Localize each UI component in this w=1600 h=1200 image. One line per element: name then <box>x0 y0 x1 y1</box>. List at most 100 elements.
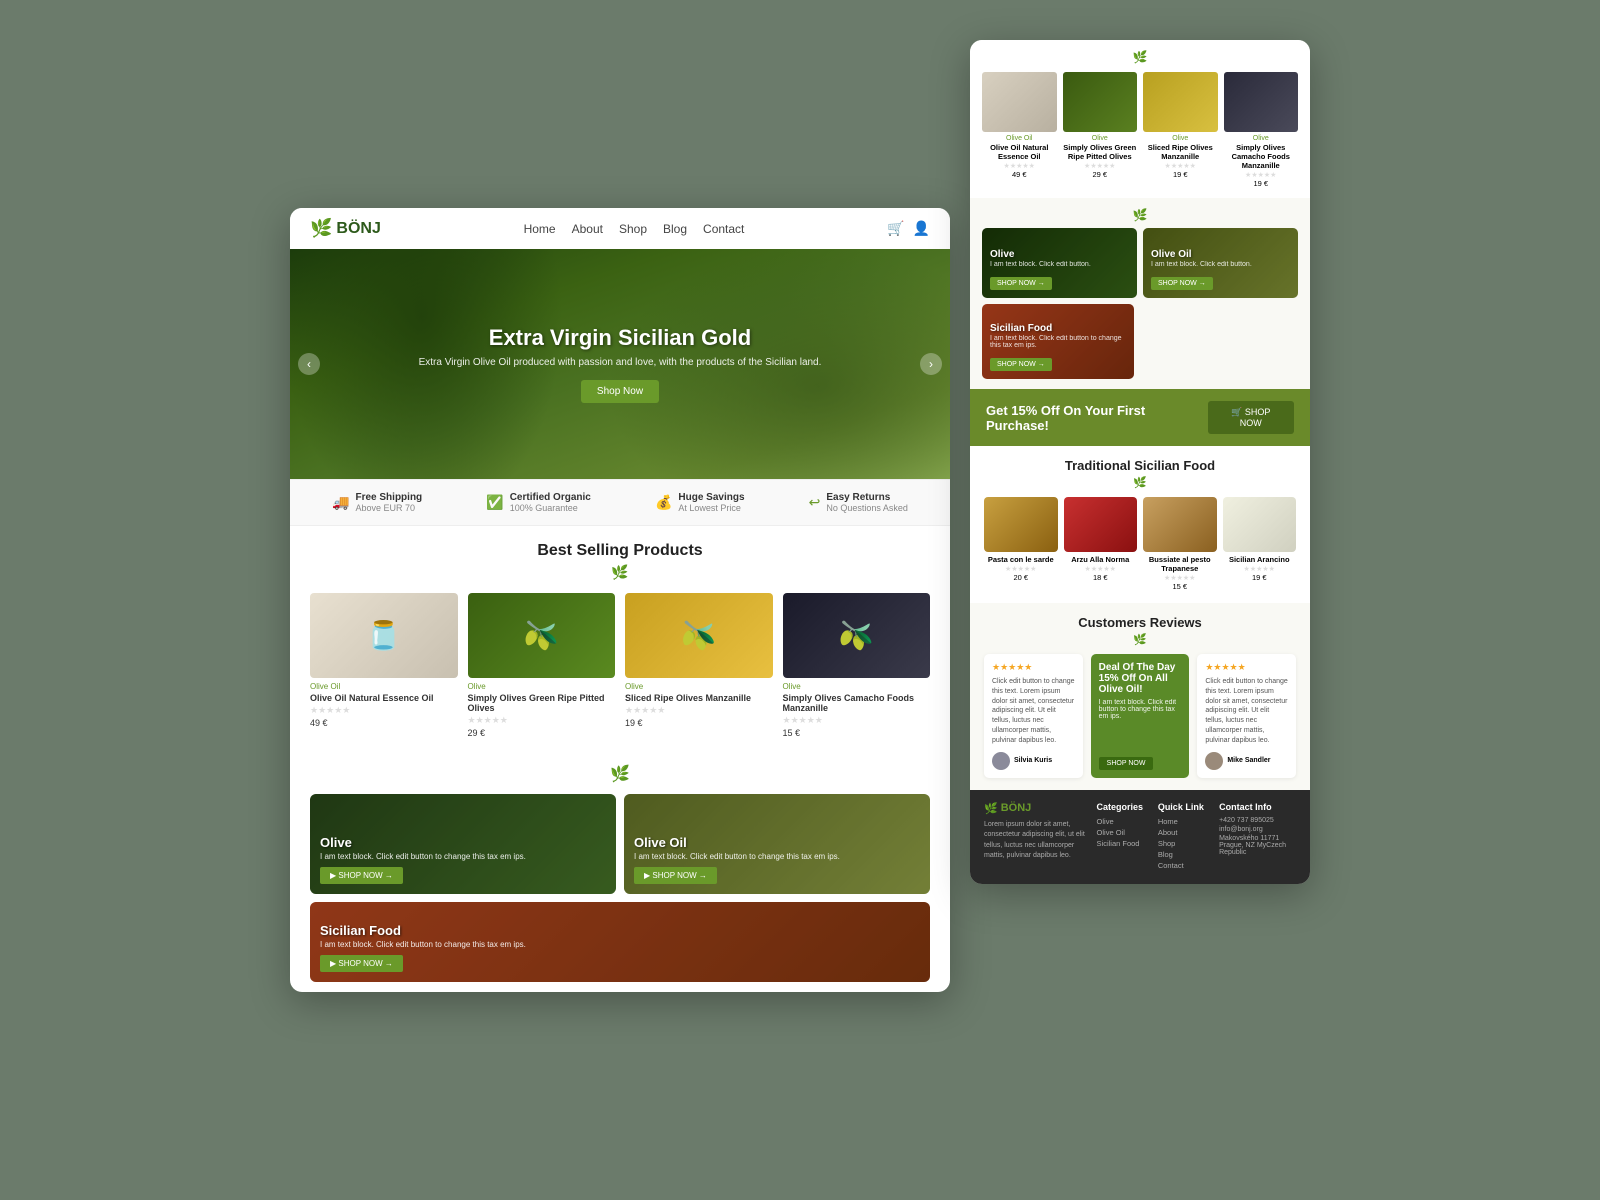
footer-link-contact[interactable]: Contact <box>1158 861 1209 870</box>
footer-leaf-icon: 🌿 <box>984 802 998 815</box>
footer-link-home[interactable]: Home <box>1158 817 1209 826</box>
trad-item-2[interactable]: Arzu Alla Norma ★★★★★ 18 € <box>1064 497 1138 591</box>
features-bar: 🚚 Free Shipping Above EUR 70 ✅ Certified… <box>290 479 950 526</box>
product-card-1[interactable]: 🫙 Olive Oil Olive Oil Natural Essence Oi… <box>310 593 458 738</box>
right-category-section: 🌿 Olive I am text block. Click edit butt… <box>970 198 1310 389</box>
hero-shop-now-button[interactable]: Shop Now <box>581 380 659 403</box>
footer-link-blog[interactable]: Blog <box>1158 850 1209 859</box>
small-prod-cat-2: Olive <box>1063 135 1138 142</box>
review-username-1: Silvia Kuris <box>1014 757 1052 764</box>
category-banners: 🌿 Olive I am text block. Click edit butt… <box>290 754 950 992</box>
footer-categories-title: Categories <box>1097 802 1148 812</box>
footer-link-shop[interactable]: Shop <box>1158 839 1209 848</box>
review-user-2: Mike Sandler <box>1205 752 1288 770</box>
small-prod-stars-3: ★★★★★ <box>1143 162 1218 170</box>
footer-categories: Categories Olive Olive Oil Sicilian Food <box>1097 802 1148 872</box>
right-cat-oil-button[interactable]: SHOP NOW → <box>1151 277 1213 290</box>
best-selling-leaf-icon: 🌿 <box>310 564 930 581</box>
feature-certified: ✅ Certified Organic 100% Guarantee <box>486 492 591 513</box>
right-cat-food-button[interactable]: SHOP NOW → <box>990 358 1052 371</box>
nav-blog[interactable]: Blog <box>663 222 687 236</box>
small-prod-img-3 <box>1143 72 1218 132</box>
product-image-3: 🫒 <box>625 593 773 678</box>
right-cats-leaf-icon: 🌿 <box>982 208 1298 222</box>
product-name-4: Simply Olives Camacho Foods Manzanille <box>783 693 931 713</box>
review-username-2: Mike Sandler <box>1227 757 1270 764</box>
footer: 🌿 BÖNJ Lorem ipsum dolor sit amet, conse… <box>970 790 1310 884</box>
promo-shop-button[interactable]: 🛒 SHOP NOW <box>1208 401 1294 434</box>
product-stars-3: ★★★★★ <box>625 705 773 716</box>
footer-cat-olive[interactable]: Olive <box>1097 817 1148 826</box>
footer-address: Makovského 11771 Prague, NZ MyCzech Repu… <box>1219 835 1296 856</box>
footer-about: 🌿 BÖNJ Lorem ipsum dolor sit amet, conse… <box>984 802 1087 872</box>
nav-home[interactable]: Home <box>524 222 556 236</box>
feature-certified-sub: 100% Guarantee <box>510 503 591 513</box>
nav-icons: 🛒 👤 <box>887 220 930 237</box>
footer-phone: +420 737 895025 <box>1219 817 1296 824</box>
footer-cat-food[interactable]: Sicilian Food <box>1097 839 1148 848</box>
deal-title: Deal Of The Day 15% Off On All Olive Oil… <box>1099 662 1182 695</box>
right-category-grid: Olive I am text block. Click edit button… <box>982 228 1298 379</box>
small-prod-cat-3: Olive <box>1143 135 1218 142</box>
category-grid: Olive I am text block. Click edit button… <box>310 794 930 982</box>
small-prod-price-1: 49 € <box>982 170 1057 179</box>
review-text-1: Click edit button to change this text. L… <box>992 677 1075 746</box>
cat-oil-shop-button[interactable]: ▶ SHOP NOW → <box>634 867 717 884</box>
right-cat-food: Sicilian Food I am text block. Click edi… <box>982 304 1134 379</box>
product-image-2: 🫒 <box>468 593 616 678</box>
small-prod-2[interactable]: Olive Simply Olives Green Ripe Pitted Ol… <box>1063 72 1138 188</box>
footer-cat-oliveoil[interactable]: Olive Oil <box>1097 828 1148 837</box>
user-icon[interactable]: 👤 <box>913 220 930 237</box>
feature-returns: ↩ Easy Returns No Questions Asked <box>809 492 908 513</box>
right-cat-food-content: Sicilian Food I am text block. Click edi… <box>990 323 1126 371</box>
feature-certified-title: Certified Organic <box>510 492 591 503</box>
right-cat-row-1: Olive I am text block. Click edit button… <box>982 228 1298 298</box>
cart-icon[interactable]: 🛒 <box>887 220 904 237</box>
review-card-2: ★★★★★ Click edit button to change this t… <box>1197 654 1296 778</box>
certified-icon: ✅ <box>486 494 503 511</box>
hero-next-button[interactable]: › <box>920 353 942 375</box>
cat-olive-content: Olive I am text block. Click edit button… <box>320 835 526 884</box>
product-image-1: 🫙 <box>310 593 458 678</box>
small-prod-stars-1: ★★★★★ <box>982 162 1057 170</box>
nav-shop[interactable]: Shop <box>619 222 647 236</box>
cat-food-shop-button[interactable]: ▶ SHOP NOW → <box>320 955 403 972</box>
footer-link-about[interactable]: About <box>1158 828 1209 837</box>
product-card-4[interactable]: 🫒 Olive Simply Olives Camacho Foods Manz… <box>783 593 931 738</box>
returns-icon: ↩ <box>809 494 821 511</box>
deal-shop-button[interactable]: SHOP NOW <box>1099 757 1154 770</box>
product-card-2[interactable]: 🫒 Olive Simply Olives Green Ripe Pitted … <box>468 593 616 738</box>
promo-text: Get 15% Off On Your First Purchase! <box>986 403 1208 433</box>
small-prod-price-4: 19 € <box>1224 179 1299 188</box>
small-prod-4[interactable]: Olive Simply Olives Camacho Foods Manzan… <box>1224 72 1299 188</box>
trad-stars-1: ★★★★★ <box>984 565 1058 573</box>
product-card-3[interactable]: 🫒 Olive Sliced Ripe Olives Manzanille ★★… <box>625 593 773 738</box>
right-cat-olive-desc: I am text block. Click edit button. <box>990 261 1091 268</box>
product-cat-3: Olive <box>625 682 773 691</box>
small-prod-price-2: 29 € <box>1063 170 1138 179</box>
product-stars-2: ★★★★★ <box>468 715 616 726</box>
hero-prev-button[interactable]: ‹ <box>298 353 320 375</box>
cat-oil-content: Olive Oil I am text block. Click edit bu… <box>634 835 840 884</box>
small-products-grid: Olive Oil Olive Oil Natural Essence Oil … <box>982 72 1298 188</box>
right-cat-olive-button[interactable]: SHOP NOW → <box>990 277 1052 290</box>
right-cat-oil-content: Olive Oil I am text block. Click edit bu… <box>1151 249 1252 290</box>
nav-contact[interactable]: Contact <box>703 222 744 236</box>
traditional-grid: Pasta con le sarde ★★★★★ 20 € Arzu Alla … <box>984 497 1296 591</box>
deal-card: Deal Of The Day 15% Off On All Olive Oil… <box>1091 654 1190 778</box>
small-prod-3[interactable]: Olive Sliced Ripe Olives Manzanille ★★★★… <box>1143 72 1218 188</box>
trad-item-1[interactable]: Pasta con le sarde ★★★★★ 20 € <box>984 497 1058 591</box>
nav-about[interactable]: About <box>572 222 603 236</box>
product-image-4: 🫒 <box>783 593 931 678</box>
brand-logo[interactable]: 🌿 BÖNJ <box>310 218 381 239</box>
promo-bar: Get 15% Off On Your First Purchase! 🛒 SH… <box>970 389 1310 446</box>
small-prod-1[interactable]: Olive Oil Olive Oil Natural Essence Oil … <box>982 72 1057 188</box>
trad-price-3: 15 € <box>1143 582 1217 591</box>
cat-olive-shop-button[interactable]: ▶ SHOP NOW → <box>320 867 403 884</box>
traditional-section: Traditional Sicilian Food 🌿 Pasta con le… <box>970 446 1310 603</box>
trad-img-2 <box>1064 497 1138 552</box>
trad-item-4[interactable]: Sicilian Arancino ★★★★★ 19 € <box>1223 497 1297 591</box>
trad-img-1 <box>984 497 1058 552</box>
trad-name-4: Sicilian Arancino <box>1223 555 1297 564</box>
trad-item-3[interactable]: Bussiate al pesto Trapanese ★★★★★ 15 € <box>1143 497 1217 591</box>
